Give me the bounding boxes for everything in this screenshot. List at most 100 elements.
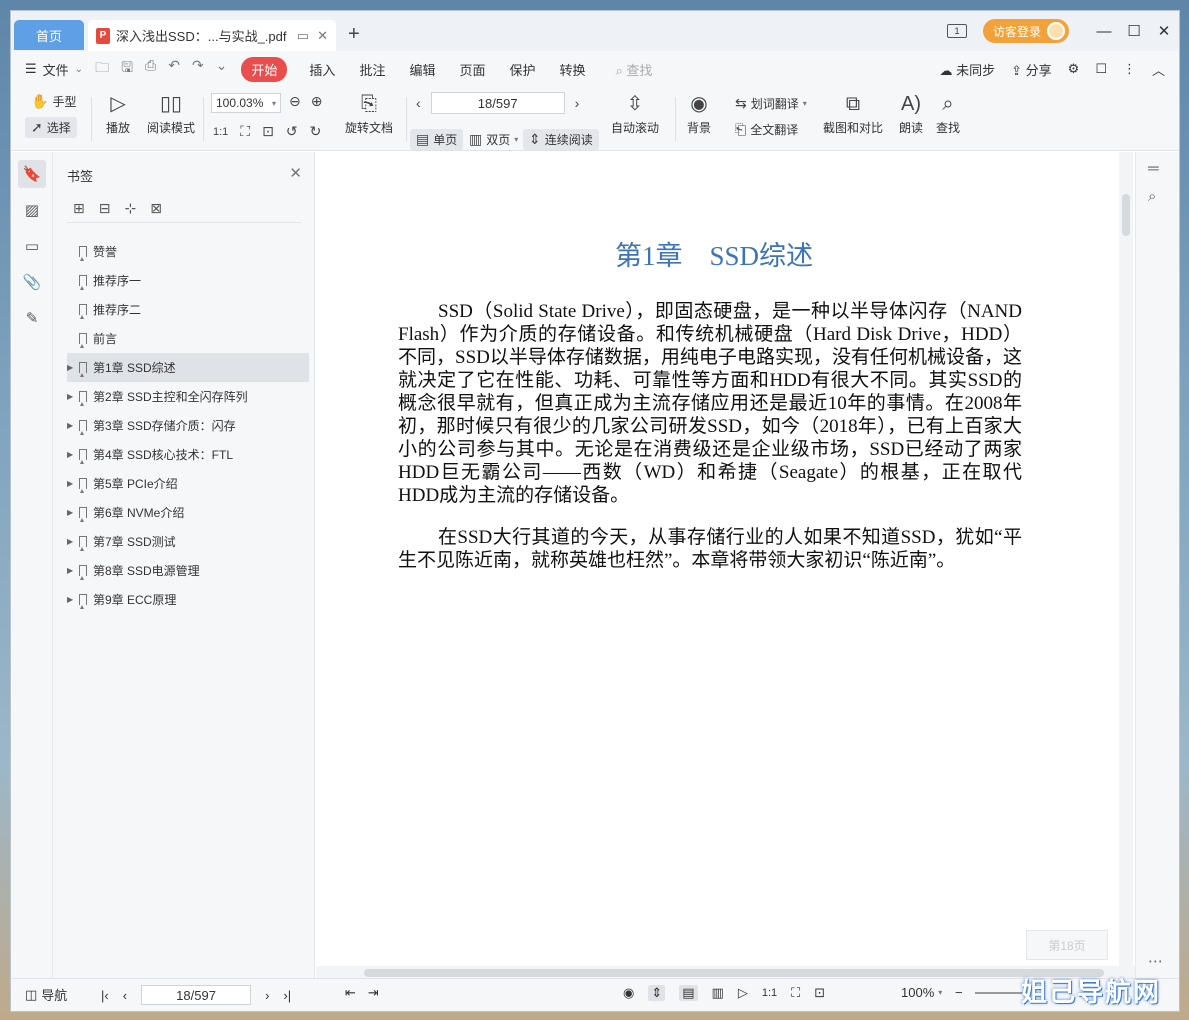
double-page-button[interactable]: ▥ 双页 ▾: [469, 131, 518, 148]
first-page-icon[interactable]: |‹: [101, 988, 109, 1003]
hand-tool-button[interactable]: ✋ 手型: [31, 93, 76, 110]
status-zoom-select[interactable]: 100% ▾: [901, 985, 942, 1000]
status-page-input[interactable]: 18/597: [141, 985, 252, 1005]
find-button[interactable]: ⌕ 查找: [936, 93, 960, 136]
save-icon[interactable]: 🖫: [121, 57, 133, 81]
play-button[interactable]: ▷ 播放: [106, 93, 130, 136]
menu-tab-edit[interactable]: 编辑: [397, 60, 447, 79]
ai-search-icon[interactable]: ⌕: [1148, 188, 1156, 205]
scroll-thumb[interactable]: [364, 969, 1104, 977]
forward-icon[interactable]: ⇥: [368, 985, 379, 1001]
share-button[interactable]: ⇪ 分享: [1011, 60, 1052, 79]
bookmark-item[interactable]: ▶ 第2章 SSD主控和全闪存阵列: [67, 382, 309, 411]
rotate-document-button[interactable]: ⎘ 旋转文档: [345, 93, 393, 136]
bookmark-item[interactable]: ▶ 第3章 SSD存储介质：闪存: [67, 411, 309, 440]
fit-page-icon[interactable]: ⛶: [240, 123, 250, 140]
menu-tab-page[interactable]: 页面: [447, 60, 497, 79]
word-translate-button[interactable]: ⇆ 划词翻译 ▾: [735, 95, 807, 112]
screen-icon[interactable]: ▭: [297, 28, 309, 44]
screenshot-compare-button[interactable]: ⧉ 截图和对比: [823, 93, 883, 136]
vertical-scrollbar[interactable]: [1119, 152, 1133, 966]
expand-arrow-icon[interactable]: ▶: [67, 392, 77, 401]
attachment-icon[interactable]: 📎: [18, 268, 46, 296]
feedback-icon[interactable]: ☐: [1095, 61, 1107, 77]
close-icon[interactable]: ✕: [289, 164, 302, 182]
undo-icon[interactable]: ↶: [168, 57, 180, 81]
continuous-view-icon[interactable]: ⇕: [648, 985, 666, 1001]
add-bookmark-icon[interactable]: ⊹: [124, 200, 136, 217]
zoom-out-icon[interactable]: ⊖: [289, 93, 301, 110]
menu-tab-insert[interactable]: 插入: [297, 60, 347, 79]
signature-icon[interactable]: ✎: [18, 304, 46, 332]
navigation-toggle[interactable]: ◫ 导航: [25, 985, 67, 1004]
bookmark-item[interactable]: 推荐序二: [67, 295, 309, 324]
scroll-thumb[interactable]: [1122, 194, 1130, 236]
previous-page-icon[interactable]: ‹: [123, 988, 127, 1003]
bookmark-item[interactable]: 推荐序一: [67, 266, 309, 295]
fit-page-icon[interactable]: ⛶: [791, 985, 800, 1001]
double-page-icon[interactable]: ▥: [712, 985, 724, 1001]
expand-arrow-icon[interactable]: ▶: [67, 537, 77, 546]
single-page-icon[interactable]: ▤: [679, 985, 698, 1001]
expand-arrow-icon[interactable]: ▶: [67, 595, 77, 604]
fit-width-icon[interactable]: ⊡: [814, 985, 825, 1001]
menu-tab-start[interactable]: 开始: [241, 56, 288, 82]
expand-arrow-icon[interactable]: ▶: [67, 363, 77, 372]
home-tab[interactable]: 首页: [14, 20, 84, 50]
expand-all-icon[interactable]: ⊞: [73, 200, 85, 217]
bookmark-item[interactable]: ▶ 第8章 SSD电源管理: [67, 556, 309, 585]
next-page-icon[interactable]: ›: [265, 988, 269, 1003]
document-tab[interactable]: P 深入浅出SSD：...与实战_.pdf ▭ ✕: [88, 20, 336, 51]
sync-status[interactable]: ☁ 未同步: [939, 60, 995, 79]
eye-icon[interactable]: ◉: [623, 985, 634, 1001]
zoom-slider[interactable]: −: [955, 985, 1025, 1000]
rotate-left-icon[interactable]: ↺: [286, 123, 298, 140]
collapse-all-icon[interactable]: ⊟: [99, 200, 111, 217]
settings-icon[interactable]: ⚙: [1068, 61, 1080, 77]
bookmark-item[interactable]: ▶ 第5章 PCIe介绍: [67, 469, 309, 498]
next-page-icon[interactable]: ›: [575, 95, 580, 111]
zoom-in-icon[interactable]: ⊕: [311, 93, 323, 110]
bookmark-item[interactable]: 赞誉: [67, 237, 309, 266]
window-count-icon[interactable]: 1: [946, 24, 967, 38]
bookmark-item[interactable]: ▶ 第7章 SSD测试: [67, 527, 309, 556]
expand-arrow-icon[interactable]: ▶: [67, 450, 77, 459]
more-icon[interactable]: ⋯: [1148, 952, 1163, 970]
back-icon[interactable]: ⇤: [345, 985, 356, 1001]
continuous-read-button[interactable]: ⇕ 连续阅读: [523, 129, 599, 150]
close-tab-icon[interactable]: ✕: [317, 28, 328, 44]
print-icon[interactable]: ⎙: [145, 57, 156, 81]
select-tool-button[interactable]: ➚ 选择: [25, 117, 77, 138]
bookmark-item[interactable]: 前言: [67, 324, 309, 353]
expand-arrow-icon[interactable]: ▶: [67, 566, 77, 575]
bookmark-item[interactable]: ▶ 第6章 NVMe介绍: [67, 498, 309, 527]
single-page-button[interactable]: ▤ 单页: [410, 129, 464, 150]
page-number-input[interactable]: 18/597: [430, 92, 565, 114]
redo-icon[interactable]: ↷: [192, 57, 204, 81]
new-tab-button[interactable]: +: [348, 23, 360, 46]
document-view[interactable]: 第1章 SSD综述 SSD（Solid State Drive），即固态硬盘，是…: [316, 152, 1112, 980]
drag-handle-icon[interactable]: ═: [1148, 160, 1159, 177]
bookmark-panel-icon[interactable]: 🔖: [18, 160, 46, 188]
minimize-button[interactable]: —: [1089, 23, 1119, 40]
bookmark-item[interactable]: ▶ 第1章 SSD综述: [67, 353, 309, 382]
thumbnail-icon[interactable]: ▨: [18, 196, 46, 224]
read-mode-button[interactable]: ▯▯ 阅读模式: [147, 93, 195, 136]
actual-size-icon[interactable]: 1:1: [762, 987, 777, 999]
delete-bookmark-icon[interactable]: ⊠: [150, 200, 162, 217]
menu-search[interactable]: ⌕ 查找: [598, 60, 653, 79]
fit-width-icon[interactable]: ⊡: [262, 123, 274, 140]
menu-tab-annotate[interactable]: 批注: [347, 60, 397, 79]
previous-page-icon[interactable]: ‹: [416, 95, 421, 111]
open-folder-icon[interactable]: 🗀: [95, 57, 109, 81]
menu-tab-convert[interactable]: 转换: [548, 60, 598, 79]
rotate-right-icon[interactable]: ↻: [310, 123, 322, 140]
comment-icon[interactable]: ▭: [18, 232, 46, 260]
guest-login-button[interactable]: 访客登录: [982, 19, 1069, 43]
maximize-button[interactable]: ☐: [1119, 22, 1149, 40]
zoom-out-icon[interactable]: −: [955, 985, 963, 1000]
actual-size-icon[interactable]: 1:1: [213, 126, 228, 138]
expand-arrow-icon[interactable]: ▶: [67, 421, 77, 430]
expand-arrow-icon[interactable]: ▶: [67, 479, 77, 488]
collapse-ribbon-icon[interactable]: ︿: [1152, 60, 1165, 79]
